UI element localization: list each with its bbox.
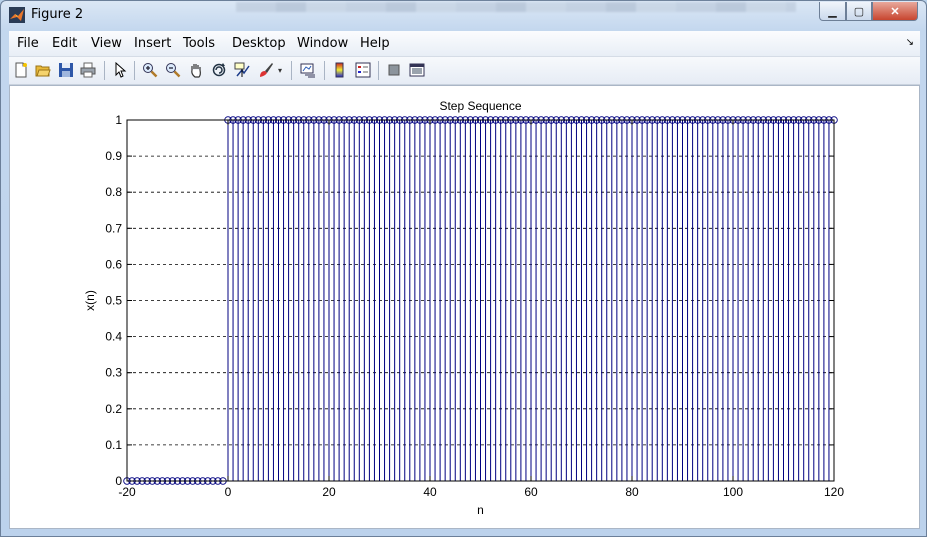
x-tick-label: 0 [225, 485, 232, 499]
y-tick-label: 0.4 [105, 330, 122, 344]
open-icon[interactable] [34, 61, 52, 79]
print-icon[interactable] [79, 61, 97, 79]
zoom-out-icon[interactable] [164, 61, 182, 79]
chart-title: Step Sequence [439, 99, 521, 113]
zoom-in-icon[interactable] [141, 61, 159, 79]
figure-window: Figure 2 ▁ ▢ ✕ File Edit View Insert Too… [0, 0, 927, 537]
y-tick-label: 0.6 [105, 257, 122, 271]
y-tick-label: 0.7 [105, 221, 122, 235]
x-tick-label: 100 [723, 485, 743, 499]
close-icon: ✕ [890, 5, 900, 18]
x-tick-label: 120 [824, 485, 844, 499]
maximize-button[interactable]: ▢ [846, 2, 872, 21]
x-tick-label: 80 [625, 485, 639, 499]
hide-plot-tools-icon[interactable] [385, 61, 403, 79]
pointer-icon[interactable] [111, 61, 129, 79]
toolbar-separator [104, 61, 105, 80]
figure-canvas: 0 0.1 0.2 0.3 0.4 0.5 0.6 0.7 0.8 0.9 1 -20 0 20 40 60 8… [9, 85, 920, 529]
menu-tools[interactable]: Tools [183, 36, 215, 51]
show-plot-tools-icon[interactable] [408, 61, 426, 79]
x-axis-label: n [477, 503, 484, 517]
y-tick-label: 0.1 [105, 438, 122, 452]
close-button[interactable]: ✕ [872, 2, 918, 21]
menu-edit[interactable]: Edit [52, 36, 77, 51]
menu-insert[interactable]: Insert [134, 36, 171, 51]
pan-hand-icon[interactable] [187, 61, 205, 79]
menu-desktop[interactable]: Desktop [232, 36, 286, 51]
window-title: Figure 2 [31, 7, 84, 22]
x-tick-label: -20 [118, 485, 136, 499]
data-cursor-icon[interactable] [233, 61, 251, 79]
matlab-logo-icon [9, 7, 25, 23]
brush-dropdown-icon[interactable]: ▾ [275, 61, 285, 79]
rotate-3d-icon[interactable] [210, 61, 228, 79]
menu-view[interactable]: View [91, 36, 122, 51]
link-plot-icon[interactable] [299, 61, 317, 79]
y-tick-label: 0.8 [105, 185, 122, 199]
x-tick-label: 40 [423, 485, 437, 499]
save-icon[interactable] [57, 61, 75, 79]
menu-bar: File Edit View Insert Tools Desktop Wind… [9, 31, 920, 57]
toolbar-separator [291, 61, 292, 80]
toolbar-separator [324, 61, 325, 80]
toolbar-separator [134, 61, 135, 80]
minimize-icon: ▁ [828, 5, 837, 18]
legend-icon[interactable] [354, 61, 372, 79]
x-tick-label: 20 [322, 485, 336, 499]
new-figure-icon[interactable] [12, 61, 30, 79]
y-tick-label: 0.9 [105, 149, 122, 163]
dock-arrow-icon[interactable]: ↘ [906, 37, 914, 48]
minimize-button[interactable]: ▁ [819, 2, 846, 21]
menu-window[interactable]: Window [297, 36, 348, 51]
brush-icon[interactable] [257, 61, 275, 79]
title-bar[interactable]: Figure 2 ▁ ▢ ✕ [1, 1, 926, 29]
colorbar-icon[interactable] [331, 61, 349, 79]
y-tick-label: 0.2 [105, 402, 122, 416]
figure-toolbar: ▾ [9, 57, 920, 85]
menu-help[interactable]: Help [360, 36, 390, 51]
menu-file[interactable]: File [17, 36, 39, 51]
maximize-icon: ▢ [853, 5, 865, 18]
blurred-background-strip [236, 2, 796, 12]
y-tick-label: 0.5 [105, 294, 122, 308]
y-tick-label: 0.3 [105, 366, 122, 380]
toolbar-separator [378, 61, 379, 80]
stem-plot: 00.10.20.30.40.50.60.70.80.91-20 0 20 40 60 8… [83, 99, 844, 517]
y-axis-label: x(n) [83, 290, 97, 311]
x-tick-label: 60 [524, 485, 538, 499]
y-tick-label: 1 [115, 113, 122, 127]
